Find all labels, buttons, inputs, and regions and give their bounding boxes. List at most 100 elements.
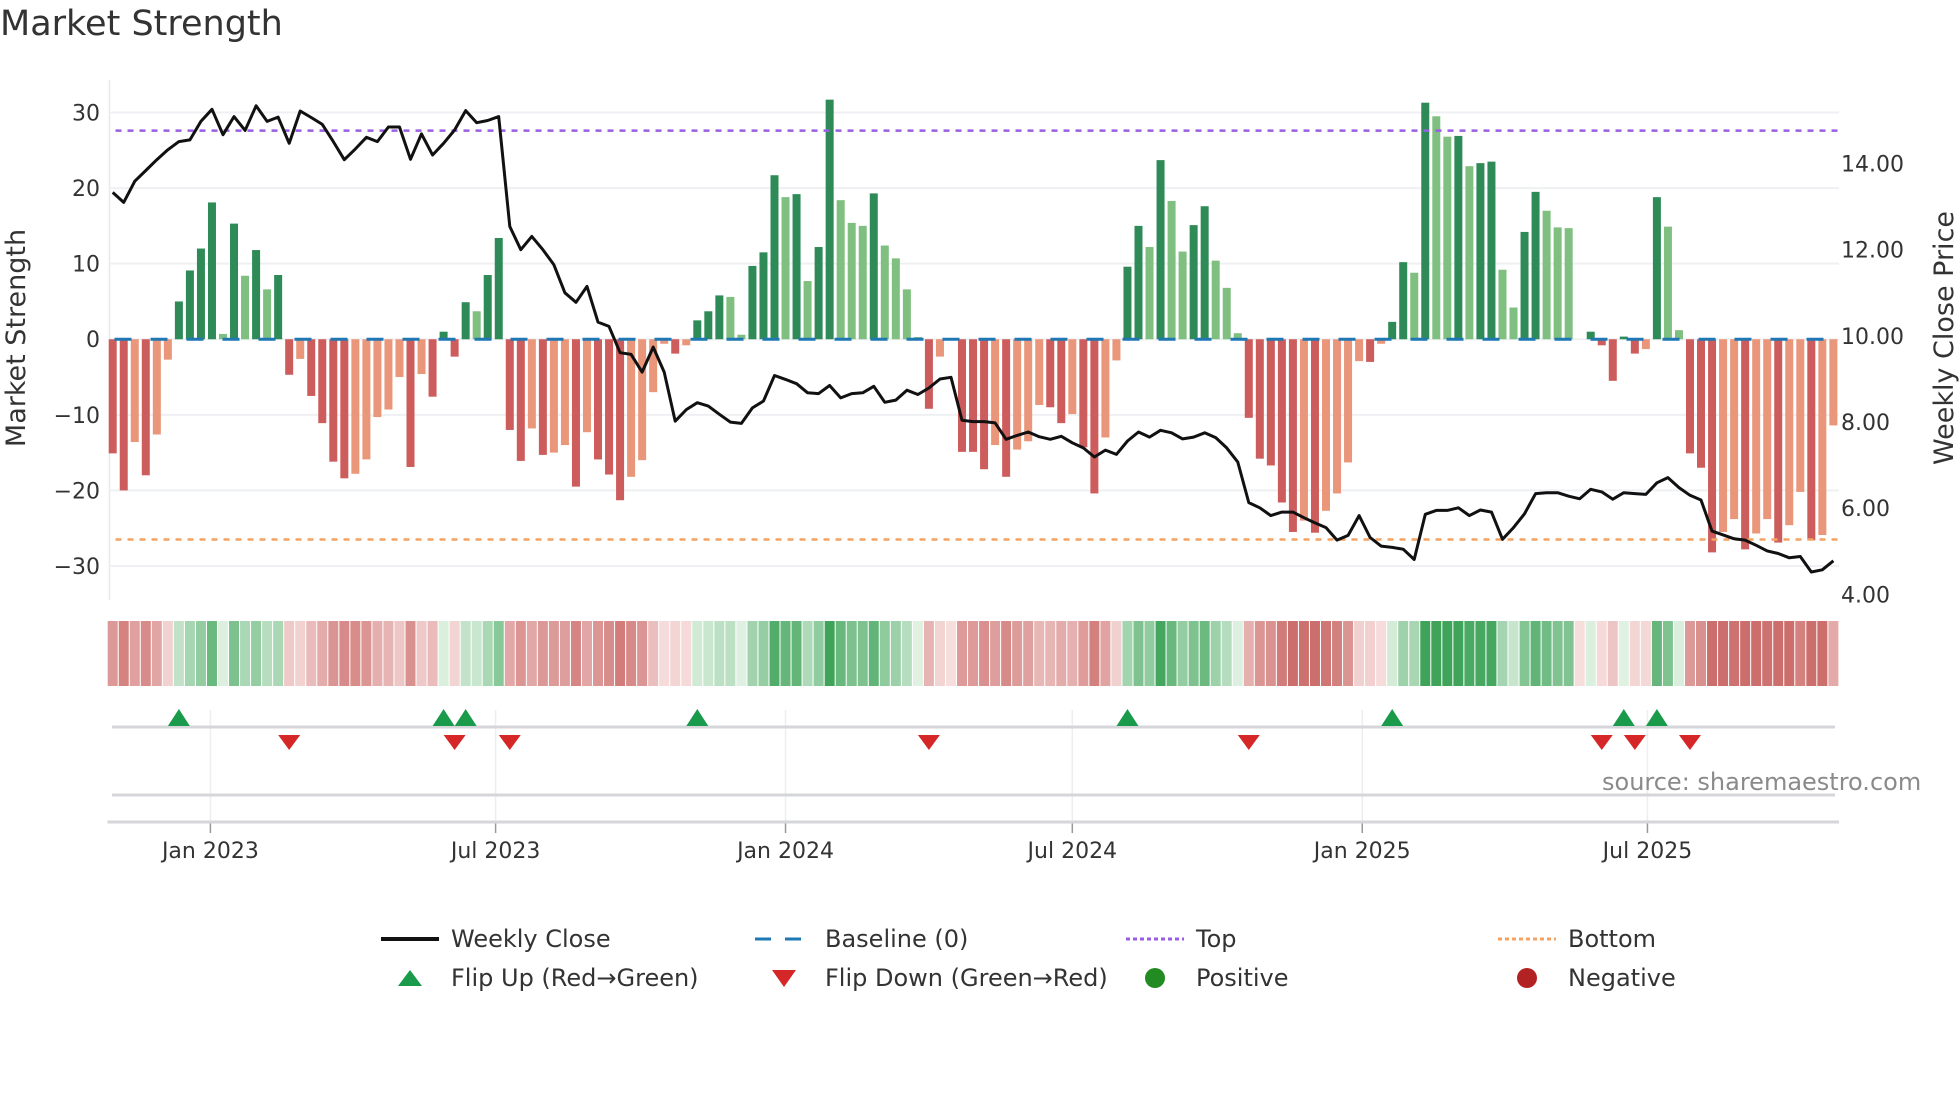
y-axis-title: Market Strength [1, 229, 32, 447]
flip-down-marker [1623, 735, 1646, 750]
strength-bar [1697, 339, 1706, 468]
strength-bar [1266, 339, 1275, 466]
strength-heat-cell [1243, 621, 1254, 686]
strength-bar [671, 339, 680, 354]
legend-item-flip_up[interactable]: Flip Up (Red→Green) [381, 963, 699, 993]
strength-bar [958, 339, 967, 452]
strength-bar [1388, 321, 1397, 340]
strength-bar [196, 248, 205, 340]
strength-heat-cell [1795, 621, 1806, 686]
strength-heat-cell [118, 621, 129, 686]
strength-bar [770, 175, 779, 340]
strength-bar [704, 311, 713, 340]
y-tick-label: 10 [72, 253, 100, 278]
strength-bar [1531, 191, 1540, 340]
strength-bar [1178, 251, 1187, 340]
strength-heat-cell [1188, 621, 1199, 686]
strength-heat-cell [615, 621, 626, 686]
strength-heat-cell [1762, 621, 1773, 686]
legend-item-bottom[interactable]: Bottom [1498, 924, 1656, 954]
strength-heat-cell [438, 621, 449, 686]
strength-heat-cell [107, 621, 118, 686]
strength-heat-cell [1067, 621, 1078, 686]
y-tick-label: 20 [72, 177, 100, 202]
strength-bar [1344, 339, 1353, 463]
strength-heat-cell [945, 621, 956, 686]
strength-heat-cell [714, 621, 725, 686]
strength-heat-cell [1177, 621, 1188, 686]
strength-heat-cell [1166, 621, 1177, 686]
strength-bar [1068, 339, 1077, 415]
strength-heat-cell [284, 621, 295, 686]
legend-item-close[interactable]: Weekly Close [381, 924, 611, 954]
strength-heat-cell [306, 621, 317, 686]
strength-bar [207, 202, 216, 340]
flip-down-marker [1237, 735, 1260, 750]
strength-heat-cell [681, 621, 692, 686]
flip-up-marker [1645, 709, 1668, 726]
strength-bar [1222, 287, 1231, 340]
strength-heat-cell [1365, 621, 1376, 686]
strength-bar [1785, 339, 1794, 526]
strength-bar [1079, 339, 1088, 448]
strength-bar [880, 245, 889, 340]
strength-heat-cell [1398, 621, 1409, 686]
strength-bar [1399, 262, 1408, 340]
strength-heat-cell [747, 621, 758, 686]
strength-bar [1277, 339, 1286, 503]
strength-bar [141, 339, 150, 476]
strength-heat-cell [1453, 621, 1464, 686]
strength-heat-cell [1508, 621, 1519, 686]
strength-bar [1255, 339, 1264, 459]
baseline-legend-icon [755, 937, 813, 941]
legend-item-flip_down[interactable]: Flip Down (Green→Red) [755, 963, 1108, 993]
strength-heat-cell [1309, 621, 1320, 686]
strength-heat-cell [548, 621, 559, 686]
strength-heat-cell [1607, 621, 1618, 686]
strength-heat-cell [957, 621, 968, 686]
top-legend-icon [1126, 937, 1184, 941]
strength-heat-cell [1265, 621, 1276, 686]
strength-bar [1299, 339, 1308, 521]
strength-bar [980, 339, 989, 470]
strength-bar [825, 99, 834, 340]
strength-heat-cell [251, 621, 262, 686]
strength-heat-cell [526, 621, 537, 686]
strength-bar [594, 339, 603, 460]
strength-bar [1454, 135, 1463, 340]
strength-bar [1630, 339, 1639, 354]
y-tick-label: 0 [86, 328, 100, 353]
strength-heat-cell [372, 621, 383, 686]
strength-bar [1134, 225, 1143, 340]
strength-heat-cell [184, 621, 195, 686]
strength-bar [1498, 269, 1507, 340]
strength-bar [792, 194, 801, 340]
strength-bar [483, 275, 492, 340]
strength-bar [1829, 339, 1838, 426]
strength-heat-cell [1640, 621, 1651, 686]
strength-heat-cell [504, 621, 515, 686]
strength-bar [781, 197, 790, 340]
strength-heat-cell [1784, 621, 1795, 686]
strength-heat-cell [383, 621, 394, 686]
strength-bar [1443, 136, 1452, 340]
strength-heat-cell [1431, 621, 1442, 686]
legend-item-baseline[interactable]: Baseline (0) [755, 924, 968, 954]
strength-bar [428, 339, 437, 397]
y2-axis-title: Weekly Close Price [1929, 211, 1960, 465]
flip-up-marker [1381, 709, 1404, 726]
strength-heat-cell [339, 621, 350, 686]
strength-bar [715, 295, 724, 340]
strength-heat-cell [835, 621, 846, 686]
strength-heat-cell [1541, 621, 1552, 686]
strength-heat-cell [240, 621, 251, 686]
strength-heat-cell [1718, 621, 1729, 686]
strength-bar [1542, 210, 1551, 340]
legend-item-top[interactable]: Top [1126, 924, 1237, 954]
y2-tick-label: 14.00 [1841, 153, 1904, 178]
legend-item-negative[interactable]: Negative [1498, 963, 1676, 993]
strength-heat-cell [1596, 621, 1607, 686]
strength-bar [1465, 166, 1474, 340]
legend-item-positive[interactable]: Positive [1126, 963, 1289, 993]
strength-heat-cell [537, 621, 548, 686]
